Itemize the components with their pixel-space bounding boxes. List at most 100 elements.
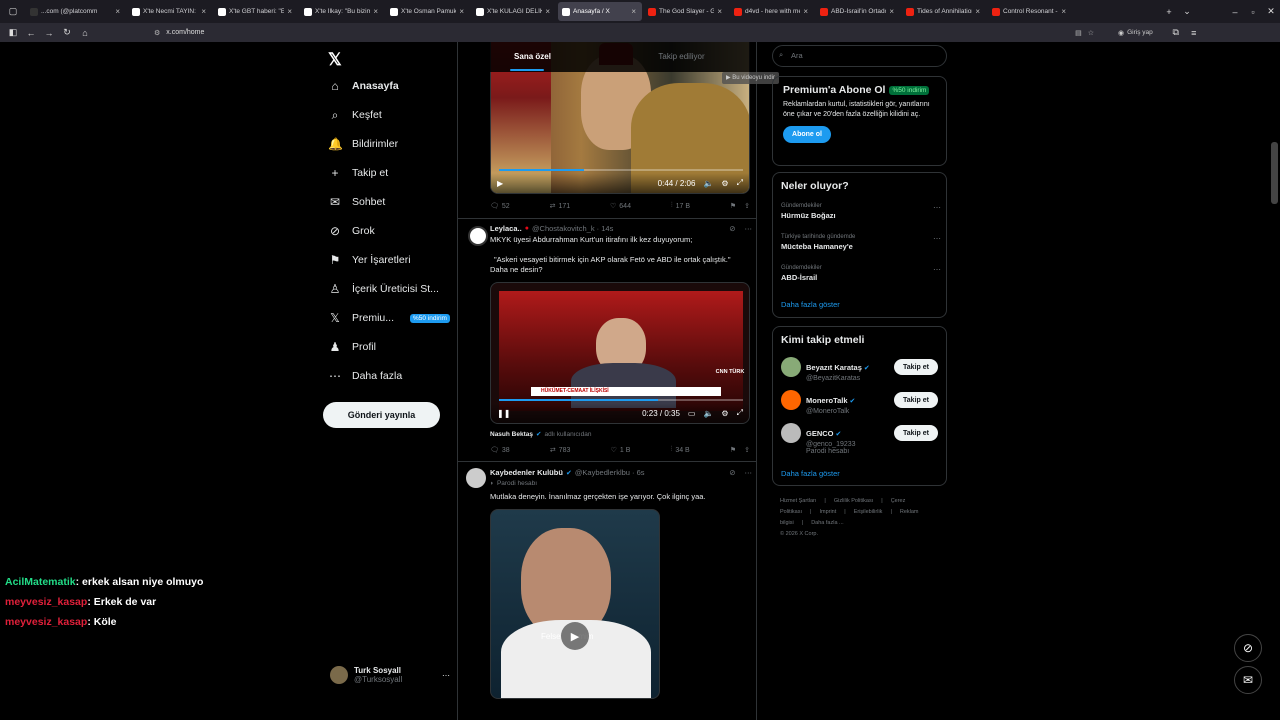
more-icon[interactable]: ⋯ [745, 468, 753, 477]
volume-icon[interactable]: 🔈 [703, 409, 713, 418]
tab-list-icon[interactable]: ▢ [4, 6, 22, 17]
menu-icon[interactable]: ≡ [1185, 28, 1203, 38]
video-player[interactable]: Felse mim ▶ [490, 509, 660, 699]
download-tooltip[interactable]: ▶ Bu videoyu indir [722, 72, 779, 84]
tab-overflow-icon[interactable]: ⌄ [1178, 6, 1196, 17]
sidebar-item-home[interactable]: ⌂ Anasayfa [328, 75, 398, 97]
fullscreen-icon[interactable]: ⤢ [737, 178, 743, 188]
credit-name[interactable]: Nasuh Bektaş [490, 431, 533, 438]
sidebar-item-grok[interactable]: ⊘ Grok [328, 220, 375, 242]
repost-button[interactable]: ⇄ 783 [550, 446, 571, 455]
fullscreen-icon[interactable]: ⤢ [737, 408, 743, 418]
trends-more-link[interactable]: Daha fazla göster [781, 300, 840, 309]
browser-tab[interactable]: Tides of Annihilation × [902, 2, 986, 21]
browser-tab[interactable]: d4vd - here with me | × [730, 2, 814, 21]
back-icon[interactable]: ← [22, 28, 40, 38]
tab-close-icon[interactable]: × [1061, 7, 1066, 16]
browser-tab[interactable]: Control Resonant - G × [988, 2, 1072, 21]
sidebar-item-search[interactable]: ⌕ Keşfet [328, 104, 382, 126]
x-logo-icon[interactable]: 𝕏 [328, 50, 342, 70]
who-more-link[interactable]: Daha fazla göster [781, 469, 840, 478]
site-info-icon[interactable]: ⚙ [154, 29, 160, 37]
browser-tab[interactable]: The God Slayer - Gam× [644, 2, 728, 21]
sidebar-item-more[interactable]: ⋯ Daha fazla [328, 365, 402, 387]
tab-close-icon[interactable]: × [115, 7, 120, 16]
captions-icon[interactable]: ▭ [688, 409, 696, 418]
home-icon[interactable]: ⌂ [76, 28, 94, 38]
progress-bar[interactable] [499, 169, 743, 171]
play-button[interactable]: ▶ [561, 622, 589, 650]
forward-icon[interactable]: → [40, 28, 58, 38]
more-icon[interactable]: ⋯ [933, 203, 941, 212]
browser-tab[interactable]: X'te İlkay: "Bu bizim H× [300, 2, 384, 21]
grok-icon[interactable]: ⊘ [729, 224, 735, 233]
signin-label[interactable]: Giriş yap [1127, 29, 1153, 36]
pause-icon[interactable]: ❚❚ [497, 409, 510, 418]
play-icon[interactable]: ▶ [497, 179, 503, 188]
views-button[interactable]: ⫶ 34 B [671, 446, 690, 454]
settings-icon[interactable]: ⚙ [721, 179, 728, 188]
author-handle[interactable]: @Kaybedlerklbu · 6s [575, 468, 645, 477]
share-icon[interactable]: ⇪ [744, 202, 750, 210]
like-button[interactable]: ♡ 1 B [611, 446, 631, 455]
follow-button[interactable]: Takip et [894, 392, 938, 408]
reply-button[interactable]: 🗨 52 [490, 202, 510, 211]
tab-close-icon[interactable]: × [717, 7, 722, 16]
follow-button[interactable]: Takip et [894, 359, 938, 375]
tab-close-icon[interactable]: × [975, 7, 980, 16]
close-window-icon[interactable]: ✕ [1262, 6, 1280, 17]
reader-view-icon[interactable]: ▤ [1075, 29, 1082, 37]
grok-icon[interactable]: ⊘ [729, 468, 735, 477]
maximize-icon[interactable]: ▫ [1244, 7, 1262, 17]
avatar[interactable] [781, 423, 801, 443]
account-switcher[interactable]: Turk Sosyall @Turksosyall ⋯ [330, 666, 450, 684]
browser-tab[interactable]: X'te Osman Pamukoğ× [386, 2, 470, 21]
browser-tab[interactable]: X'te GBT haberi: "Erkek× [214, 2, 298, 21]
more-icon[interactable]: ⋯ [745, 224, 753, 233]
tab-close-icon[interactable]: × [373, 7, 378, 16]
url-bar[interactable]: ⚙ x.com/home ▤ ☆ [154, 25, 1094, 40]
author-handle[interactable]: @Chostakovitch_k · 14s [532, 224, 613, 233]
suggested-user[interactable]: GENCO ✔ @genco_19233 Parodi hesabı [806, 423, 856, 455]
post-button[interactable]: Gönderi yayınla [323, 402, 440, 428]
suggested-user[interactable]: Beyazıt Karataş ✔ @BeyazitKaratas [806, 357, 870, 382]
bookmark-icon[interactable]: ⚑ [730, 202, 736, 210]
share-icon[interactable]: ⇪ [744, 446, 750, 454]
repost-button[interactable]: ⇄ 171 [550, 202, 571, 211]
more-icon[interactable]: ⋯ [933, 234, 941, 243]
tab-close-icon[interactable]: × [459, 7, 464, 16]
tab-close-icon[interactable]: × [803, 7, 808, 16]
tab-close-icon[interactable]: × [545, 7, 550, 16]
browser-tab[interactable]: ...com (@platcomm × [26, 2, 126, 21]
avatar[interactable] [781, 357, 801, 377]
footer-link[interactable]: Hizmet Şartları [780, 498, 816, 504]
grok-fab[interactable]: ⊘ [1234, 634, 1262, 662]
new-tab-icon[interactable]: + [1160, 7, 1178, 17]
progress-bar[interactable] [499, 399, 743, 401]
footer-link[interactable]: Erişilebilirlik [854, 509, 883, 515]
video-player[interactable]: HÜKÜMET-CEMAAT İLİŞKİSİ CNN TÜRK ❚❚ 0:23… [490, 282, 750, 424]
author-name[interactable]: Kaybedenler Kulübü [490, 468, 563, 477]
sidebar-toggle-icon[interactable]: ◧ [4, 27, 22, 38]
trend-item[interactable]: Gündemdekiler ABD-İsrail ⋯ [781, 265, 941, 282]
reply-button[interactable]: 🗨 38 [490, 446, 510, 455]
bookmark-star-icon[interactable]: ☆ [1088, 29, 1094, 37]
tab-close-icon[interactable]: × [287, 7, 292, 16]
trend-item[interactable]: Türkiye tarihinde gündemde Mücteba Hamane… [781, 234, 941, 251]
avatar[interactable] [466, 468, 486, 488]
bookmark-icon[interactable]: ⚑ [730, 446, 736, 454]
follow-button[interactable]: Takip et [894, 425, 938, 441]
footer-link[interactable]: Daha fazla ... [811, 520, 843, 526]
sidebar-item-bell[interactable]: 🔔 Bildirimler [328, 133, 398, 155]
extensions-icon[interactable]: ⧉ [1167, 27, 1185, 38]
tab-close-icon[interactable]: × [201, 7, 206, 16]
browser-tab[interactable]: X'te KULAĞI DELİK HA× [472, 2, 556, 21]
settings-icon[interactable]: ⚙ [721, 409, 728, 418]
browser-tab[interactable]: Anasayfa / X × [558, 2, 642, 21]
subscribe-button[interactable]: Abone ol [783, 126, 831, 143]
reload-icon[interactable]: ↻ [58, 27, 76, 38]
avatar[interactable] [468, 226, 488, 246]
tab-close-icon[interactable]: × [631, 7, 636, 16]
messages-fab[interactable]: ✉ [1234, 666, 1262, 694]
trend-item[interactable]: Gündemdekiler Hürmüz Boğazı ⋯ [781, 203, 941, 220]
